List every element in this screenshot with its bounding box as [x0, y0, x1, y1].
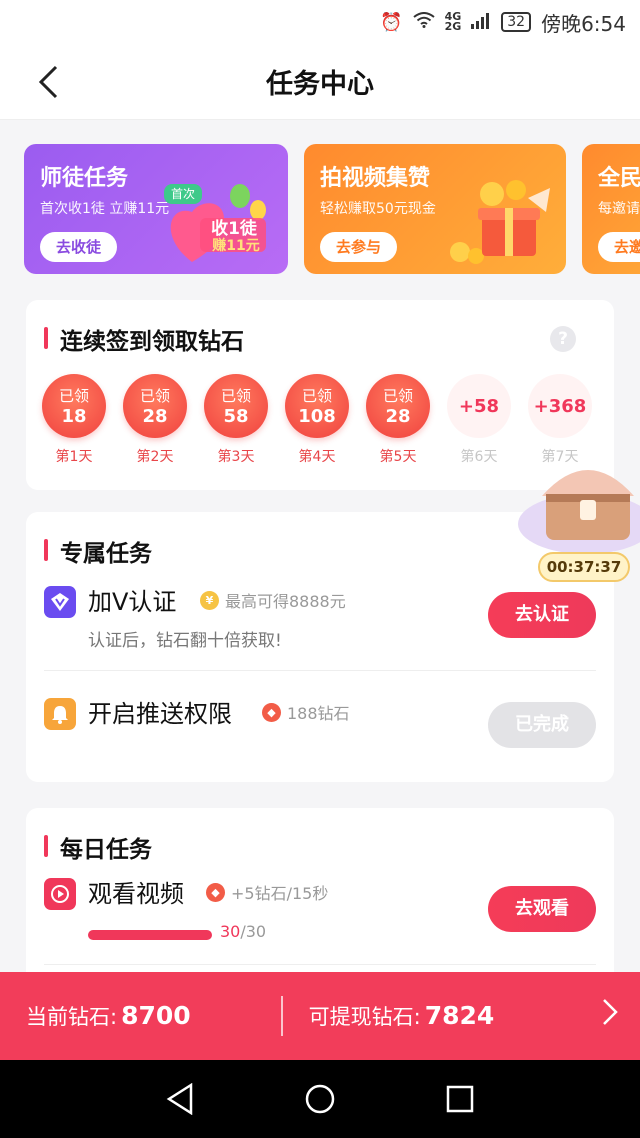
exclusive-title: 专属任务: [44, 534, 152, 568]
nav-back-icon[interactable]: [155, 1074, 205, 1124]
day-label: 第6天: [460, 449, 498, 465]
back-button[interactable]: [28, 62, 68, 102]
day-reward-claimed: 已领 58: [204, 374, 268, 438]
checkin-day: 已领 58 第3天: [204, 374, 268, 466]
svg-text:收1徒: 收1徒: [211, 218, 258, 239]
heart-gift-illustration: 首次 收1徒 赚11元: [164, 184, 266, 262]
chest-timer: 00:37:37: [538, 552, 630, 582]
network-indicator: 4G 2G: [444, 10, 462, 33]
checkin-day: 已领 108 第4天: [285, 374, 349, 466]
day-label: 第4天: [298, 449, 336, 465]
alarm-icon: ⏰: [380, 11, 403, 33]
task-progress-text: 30/30: [220, 922, 267, 941]
battery-indicator: 32: [501, 12, 532, 32]
page-title: 任务中心: [266, 69, 374, 100]
day-reward-claimed: 已领 108: [285, 374, 349, 438]
banner-mentor-task[interactable]: 师徒任务 首次收1徒 立赚11元 去收徒 首次 收1徒 赚11元: [24, 144, 288, 274]
chevron-right-icon[interactable]: [602, 998, 618, 1034]
task-v-verify: 加V认证 ¥ 最高可得8888元 认证后，钻石翻十倍获取! 去认证: [44, 586, 596, 666]
checkin-day: 已领 28 第5天: [366, 374, 430, 466]
svg-text:首次: 首次: [171, 187, 195, 201]
day-reward-claimed: 已领 18: [42, 374, 106, 438]
banner-title: 全民: [598, 166, 640, 191]
divider: [44, 964, 596, 965]
task-progress-bar: [88, 930, 212, 940]
checkin-days: 已领 18 第1天 已领 28 第2天 已领 58 第3天 已领 108 第4天 已领 2…: [42, 374, 592, 466]
recruit-button[interactable]: 去收徒: [40, 232, 118, 262]
coin-icon: ¥: [200, 590, 219, 610]
daily-title: 每日任务: [44, 830, 152, 864]
banner-video-likes[interactable]: 拍视频集赞 轻松赚取50元现金 去参与: [304, 144, 566, 274]
day-label: 第3天: [217, 449, 255, 465]
banner-subtitle: 每邀请: [598, 201, 640, 217]
status-bar: ⏰ 4G 2G 32 傍晚6:54: [0, 0, 640, 44]
banner-carousel[interactable]: 师徒任务 首次收1徒 立赚11元 去收徒 首次 收1徒 赚11元 拍视频集赞 轻…: [24, 144, 640, 276]
signal-icon: [471, 10, 491, 34]
diamond-icon: ◆: [206, 882, 225, 902]
completed-button[interactable]: 已完成: [488, 702, 596, 748]
play-video-icon: [44, 878, 76, 910]
task-reward: ¥ 最高可得8888元: [200, 588, 346, 612]
day-reward-pending: +368: [528, 374, 592, 438]
checkin-day: +58 第6天: [447, 374, 511, 466]
wifi-icon: [412, 11, 435, 33]
separator: [280, 996, 283, 1036]
task-reward: ◆ +5钻石/15秒: [206, 880, 328, 904]
bell-icon: [44, 698, 76, 730]
day-label: 第2天: [136, 449, 174, 465]
day-label: 第5天: [379, 449, 417, 465]
checkin-day: 已领 28 第2天: [123, 374, 187, 466]
watch-button[interactable]: 去观看: [488, 886, 596, 932]
invite-button[interactable]: 去邀: [598, 232, 640, 262]
task-description: 认证后，钻石翻十倍获取!: [88, 631, 282, 651]
checkin-day: 已领 18 第1天: [42, 374, 106, 466]
nav-recents-icon[interactable]: [435, 1074, 485, 1124]
clock: 傍晚6:54: [541, 11, 626, 36]
task-name: 加V认证: [88, 588, 177, 616]
task-name: 观看视频: [88, 880, 184, 908]
diamond-balance-bar[interactable]: 当前钻石: 8700 可提现钻石: 7824: [0, 972, 640, 1060]
chevron-left-icon: [38, 65, 58, 99]
divider: [44, 670, 596, 671]
nav-home-icon[interactable]: [295, 1074, 345, 1124]
diamond-icon: ◆: [262, 702, 281, 722]
day-reward-claimed: 已领 28: [366, 374, 430, 438]
current-diamonds: 当前钻石: 8700: [26, 1001, 191, 1030]
task-watch-video: 观看视频 ◆ +5钻石/15秒 30/30 去观看: [44, 878, 596, 968]
day-reward-claimed: 已领 28: [123, 374, 187, 438]
svg-text:赚11元: 赚11元: [211, 237, 259, 254]
task-name: 开启推送权限: [88, 700, 232, 728]
banner-invite[interactable]: 全民 每邀请 去邀: [582, 144, 640, 274]
task-reward: ◆ 188钻石: [262, 700, 350, 724]
withdrawable-diamonds: 可提现钻石: 7824: [308, 1001, 495, 1030]
day-reward-pending: +58: [447, 374, 511, 438]
participate-button[interactable]: 去参与: [320, 232, 398, 262]
gift-box-illustration: [450, 180, 550, 264]
task-enable-push: 开启推送权限 ◆ 188钻石 已完成: [44, 698, 596, 758]
checkin-title: 连续签到领取钻石: [44, 322, 244, 356]
system-nav-bar: [0, 1060, 640, 1138]
verified-v-icon: [44, 586, 76, 618]
help-icon[interactable]: ?: [550, 326, 576, 352]
day-label: 第1天: [55, 449, 93, 465]
header: 任务中心: [0, 44, 640, 120]
verify-button[interactable]: 去认证: [488, 592, 596, 638]
